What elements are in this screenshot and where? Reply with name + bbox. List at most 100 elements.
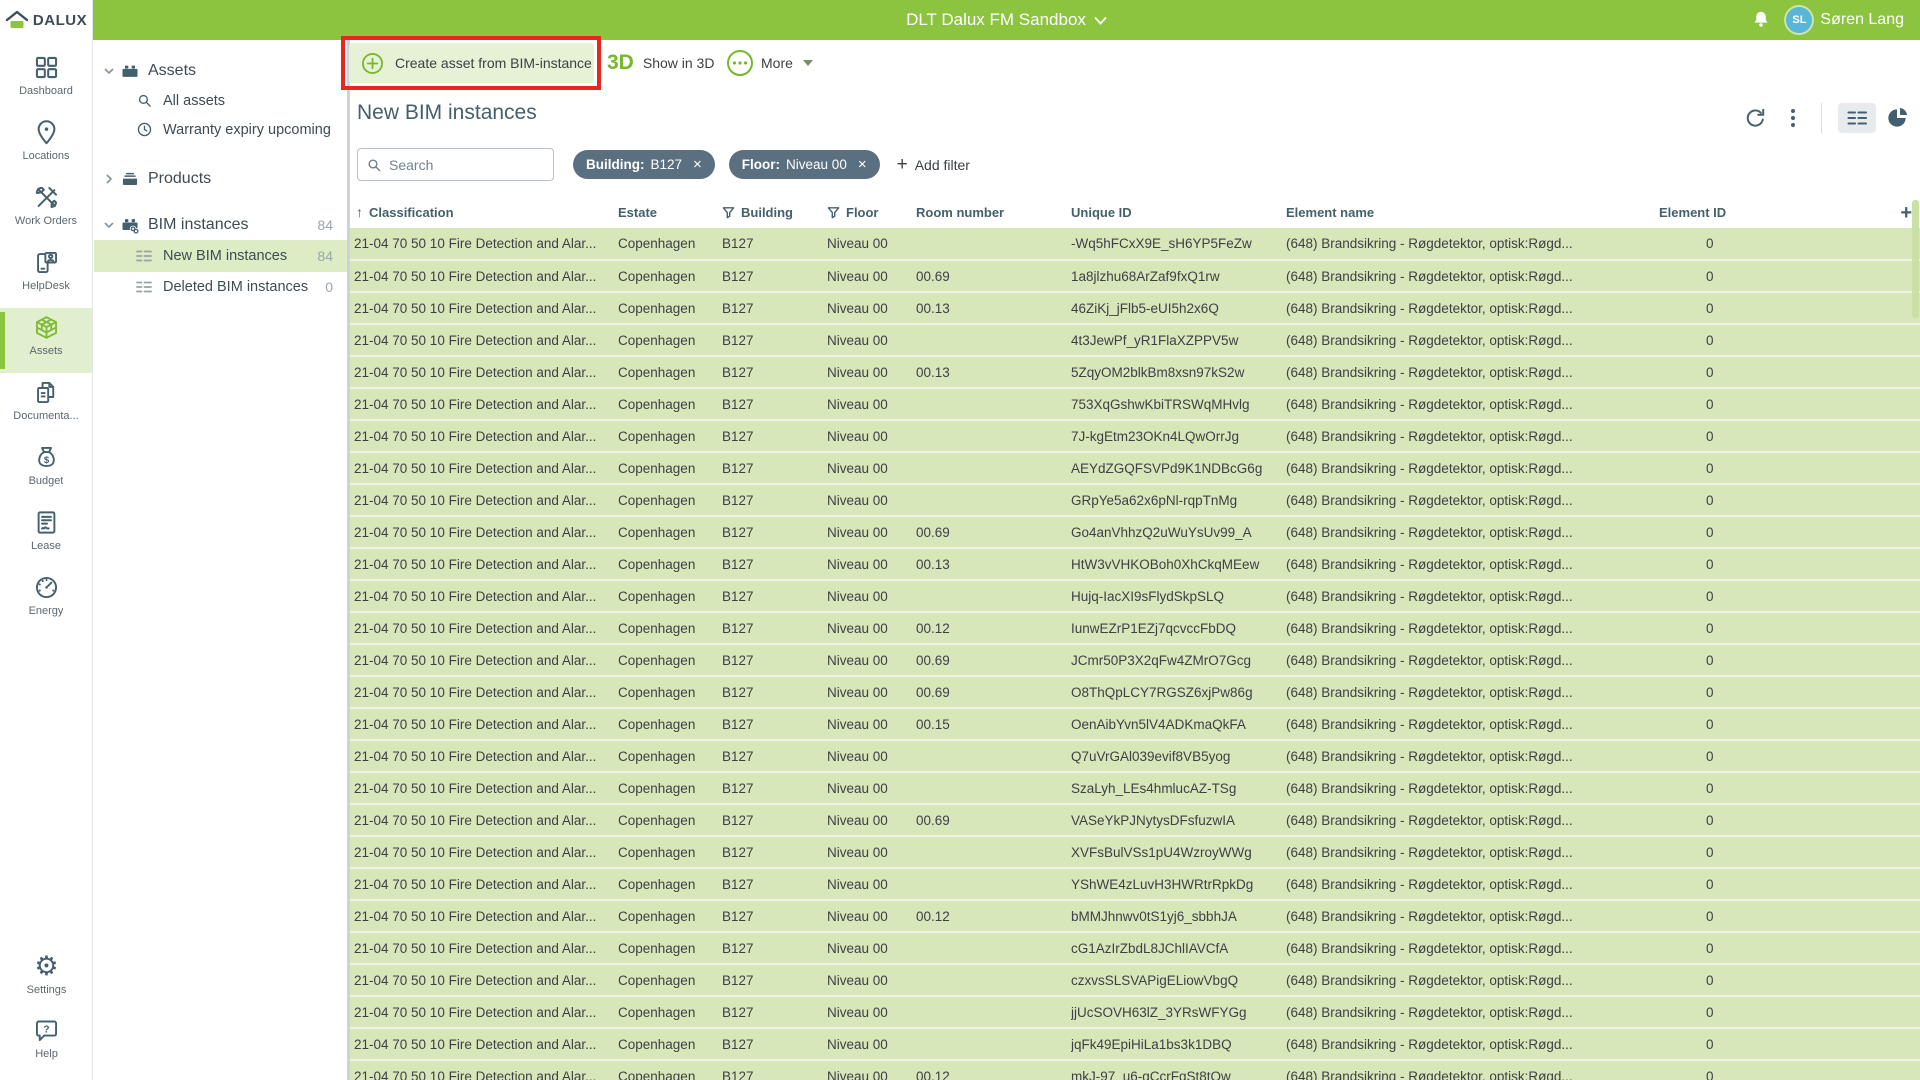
user-menu[interactable]: SL Søren Lang xyxy=(1786,7,1904,33)
table-row[interactable]: 21-04 70 50 10 Fire Detection and Alar..… xyxy=(350,708,1920,740)
column-header-floor[interactable]: Floor xyxy=(827,196,916,228)
sidebar-item-settings[interactable]: ⚙ Settings xyxy=(0,946,93,1011)
table-row[interactable]: 21-04 70 50 10 Fire Detection and Alar..… xyxy=(350,388,1920,420)
pie-view-toggle[interactable] xyxy=(1884,105,1910,131)
table-row[interactable]: 21-04 70 50 10 Fire Detection and Alar..… xyxy=(350,644,1920,676)
sidebar-item-label: Settings xyxy=(27,984,67,996)
table-cell: 0 xyxy=(1659,1028,1920,1060)
list-view-toggle[interactable] xyxy=(1838,103,1876,133)
tree-item-all-assets[interactable]: All assets xyxy=(94,86,347,115)
table-row[interactable]: 21-04 70 50 10 Fire Detection and Alar..… xyxy=(350,612,1920,644)
refresh-icon[interactable] xyxy=(1743,106,1768,131)
remove-filter-icon[interactable]: × xyxy=(693,157,702,172)
show-in-3d-button[interactable]: 3D Show in 3D xyxy=(607,40,714,86)
table-row[interactable]: 21-04 70 50 10 Fire Detection and Alar..… xyxy=(350,420,1920,452)
table-row[interactable]: 21-04 70 50 10 Fire Detection and Alar..… xyxy=(350,996,1920,1028)
dalux-house-icon xyxy=(5,10,29,30)
table-row[interactable]: 21-04 70 50 10 Fire Detection and Alar..… xyxy=(350,932,1920,964)
dashboard-icon xyxy=(33,54,60,81)
table-cell: B127 xyxy=(722,356,827,388)
chevron-right-icon[interactable] xyxy=(99,173,119,185)
table-cell: (648) Brandsikring - Røgdetektor, optisk… xyxy=(1286,324,1659,356)
filter-chip-building[interactable]: Building: B127 × xyxy=(573,150,715,179)
vertical-scrollbar[interactable] xyxy=(1912,200,1919,318)
add-filter-button[interactable]: + Add filter xyxy=(897,155,970,174)
table-row[interactable]: 21-04 70 50 10 Fire Detection and Alar..… xyxy=(350,292,1920,324)
table-cell: (648) Brandsikring - Røgdetektor, optisk… xyxy=(1286,612,1659,644)
table-row[interactable]: 21-04 70 50 10 Fire Detection and Alar..… xyxy=(350,964,1920,996)
column-header-element-name[interactable]: Element name xyxy=(1286,196,1659,228)
table-cell: 0 xyxy=(1659,324,1920,356)
table-row[interactable]: 21-04 70 50 10 Fire Detection and Alar..… xyxy=(350,1028,1920,1060)
caret-down-icon xyxy=(803,60,813,66)
create-asset-from-bim-button[interactable]: Create asset from BIM-instance xyxy=(349,43,594,83)
table-row[interactable]: 21-04 70 50 10 Fire Detection and Alar..… xyxy=(350,804,1920,836)
table-row[interactable]: 21-04 70 50 10 Fire Detection and Alar..… xyxy=(350,836,1920,868)
table-cell: 0 xyxy=(1659,836,1920,868)
column-header-unique-id[interactable]: Unique ID xyxy=(1071,196,1286,228)
table-row[interactable]: 21-04 70 50 10 Fire Detection and Alar..… xyxy=(350,868,1920,900)
table-cell: Copenhagen xyxy=(618,484,722,516)
sidebar-item-locations[interactable]: Locations xyxy=(0,113,92,178)
table-row[interactable]: 21-04 70 50 10 Fire Detection and Alar..… xyxy=(350,516,1920,548)
kebab-menu-icon[interactable] xyxy=(1783,106,1803,130)
chevron-down-icon[interactable] xyxy=(99,65,119,77)
table-cell: (648) Brandsikring - Røgdetektor, optisk… xyxy=(1286,484,1659,516)
table-row[interactable]: 21-04 70 50 10 Fire Detection and Alar..… xyxy=(350,740,1920,772)
tree-node-products[interactable]: Products xyxy=(94,164,347,194)
table-cell: Copenhagen xyxy=(618,740,722,772)
table-row[interactable]: 21-04 70 50 10 Fire Detection and Alar..… xyxy=(350,900,1920,932)
search-input[interactable] xyxy=(389,157,539,173)
table-cell: (648) Brandsikring - Røgdetektor, optisk… xyxy=(1286,644,1659,676)
tree-item-deleted-bim-instances[interactable]: Deleted BIM instances 0 xyxy=(94,272,347,301)
sidebar-item-energy[interactable]: Energy xyxy=(0,568,92,633)
table-row[interactable]: 21-04 70 50 10 Fire Detection and Alar..… xyxy=(350,1060,1920,1080)
sidebar-item-assets[interactable]: Assets xyxy=(0,308,92,373)
table-row[interactable]: 21-04 70 50 10 Fire Detection and Alar..… xyxy=(350,772,1920,804)
table-row[interactable]: 21-04 70 50 10 Fire Detection and Alar..… xyxy=(350,324,1920,356)
table-row[interactable]: 21-04 70 50 10 Fire Detection and Alar..… xyxy=(350,260,1920,292)
add-column-icon[interactable]: + xyxy=(1900,202,1912,225)
table-row[interactable]: 21-04 70 50 10 Fire Detection and Alar..… xyxy=(350,580,1920,612)
notifications-bell-icon[interactable] xyxy=(1750,9,1772,31)
sidebar-item-documentation[interactable]: Documenta... xyxy=(0,373,92,438)
table-cell xyxy=(916,996,1071,1028)
column-header-estate[interactable]: Estate xyxy=(618,196,722,228)
chevron-down-icon[interactable] xyxy=(99,219,119,231)
more-menu-button[interactable]: More xyxy=(727,40,813,86)
sidebar-item-dashboard[interactable]: Dashboard xyxy=(0,48,92,113)
column-header-element-id[interactable]: Element ID xyxy=(1659,196,1920,228)
tree-node-bim-instances[interactable]: BIM instances 84 xyxy=(94,210,347,240)
table-row[interactable]: 21-04 70 50 10 Fire Detection and Alar..… xyxy=(350,356,1920,388)
table-cell: IunwEZrP1EZj7qcvccFbDQ xyxy=(1071,612,1286,644)
column-header-label: Estate xyxy=(618,205,657,220)
table-row[interactable]: 21-04 70 50 10 Fire Detection and Alar..… xyxy=(350,548,1920,580)
energy-gauge-icon xyxy=(33,574,60,601)
table-cell: AEYdZGQFSVPd9K1NDBcG6g xyxy=(1071,452,1286,484)
table-cell: Copenhagen xyxy=(618,580,722,612)
table-row[interactable]: 21-04 70 50 10 Fire Detection and Alar..… xyxy=(350,452,1920,484)
sidebar-item-work-orders[interactable]: Work Orders xyxy=(0,178,92,243)
sidebar-item-lease[interactable]: Lease xyxy=(0,503,92,568)
sidebar-item-label: Lease xyxy=(31,540,61,552)
table-cell: 0 xyxy=(1659,804,1920,836)
table-row[interactable]: 21-04 70 50 10 Fire Detection and Alar..… xyxy=(350,228,1920,260)
dalux-logo[interactable]: DALUX xyxy=(0,0,92,40)
remove-filter-icon[interactable]: × xyxy=(858,157,867,172)
column-header-room-number[interactable]: Room number xyxy=(916,196,1071,228)
table-row[interactable]: 21-04 70 50 10 Fire Detection and Alar..… xyxy=(350,484,1920,516)
tree-item-warranty-expiry[interactable]: Warranty expiry upcoming xyxy=(94,115,347,144)
tree-node-assets[interactable]: Assets xyxy=(94,56,347,86)
tree-item-new-bim-instances[interactable]: New BIM instances 84 xyxy=(94,240,347,272)
table-row[interactable]: 21-04 70 50 10 Fire Detection and Alar..… xyxy=(350,676,1920,708)
sidebar-item-help[interactable]: ? Help xyxy=(0,1011,93,1076)
sidebar-item-budget[interactable]: $ Budget xyxy=(0,438,92,503)
project-switcher[interactable]: DLT Dalux FM Sandbox xyxy=(906,10,1107,30)
table-cell xyxy=(916,228,1071,260)
sidebar-item-helpdesk[interactable]: HelpDesk xyxy=(0,243,92,308)
column-header-classification[interactable]: ↑ Classification xyxy=(350,196,618,228)
search-box[interactable] xyxy=(357,148,554,181)
column-header-building[interactable]: Building xyxy=(722,196,827,228)
table-cell: Copenhagen xyxy=(618,996,722,1028)
filter-chip-floor[interactable]: Floor: Niveau 00 × xyxy=(729,150,880,179)
